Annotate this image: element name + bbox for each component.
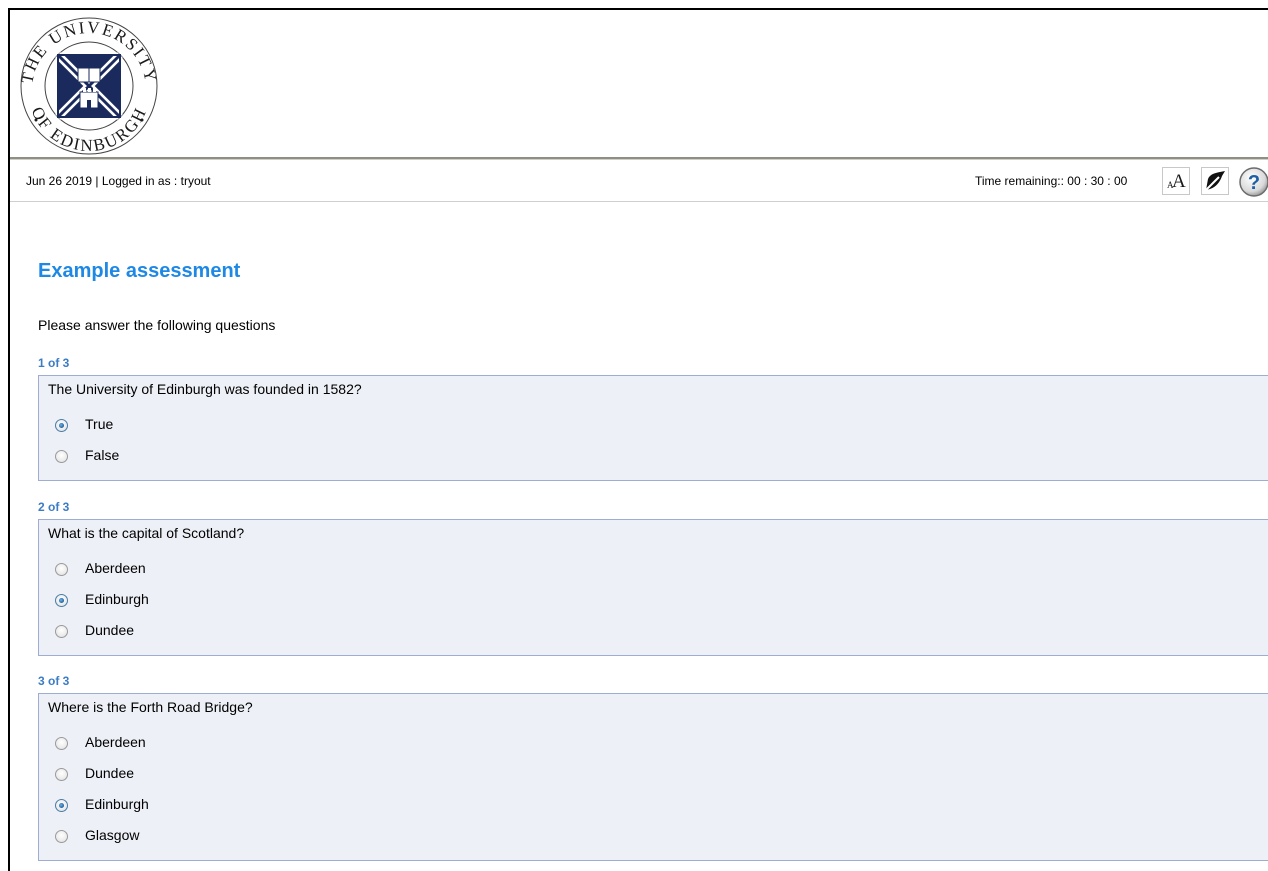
radio-selected[interactable] <box>55 799 68 812</box>
option-label: Edinburgh <box>85 591 149 607</box>
help-glyph: ? <box>1248 172 1260 194</box>
university-logo: THE UNIVERSITY OF EDINBURGH <box>17 17 159 155</box>
question-1: The University of Edinburgh was founded … <box>38 375 1268 481</box>
help-button[interactable]: ? <box>1238 166 1268 198</box>
contrast-button[interactable] <box>1201 167 1229 195</box>
question-3: Where is the Forth Road Bridge? Aberdeen… <box>38 693 1268 861</box>
radio-selected[interactable] <box>55 419 68 432</box>
question-1-number: 1 of 3 <box>38 356 70 370</box>
timer: Time remaining:: 00 : 30 : 00 <box>975 174 1127 188</box>
radio-unselected[interactable] <box>55 830 68 843</box>
radio-unselected[interactable] <box>55 563 68 576</box>
radio-unselected[interactable] <box>55 625 68 638</box>
option-label: True <box>85 416 114 432</box>
question-2-text: What is the capital of Scotland? <box>48 525 245 541</box>
page-title: Example assessment <box>38 260 241 282</box>
help-icon: ? <box>1239 167 1268 197</box>
username: tryout <box>180 174 211 188</box>
session-date: Jun 26 2019 <box>26 174 93 188</box>
option-label: False <box>85 447 120 463</box>
page-intro: Please answer the following questions <box>38 317 276 333</box>
session-separator: | <box>95 174 99 188</box>
question-3-number: 3 of 3 <box>38 674 70 688</box>
option-label: Aberdeen <box>85 560 146 576</box>
contrast-icon <box>1205 171 1225 191</box>
header: THE UNIVERSITY OF EDINBURGH <box>10 10 1268 158</box>
question-2: What is the capital of Scotland? Aberdee… <box>38 519 1268 656</box>
option-label: Dundee <box>85 765 135 781</box>
radio-unselected[interactable] <box>55 768 68 781</box>
status-bar: Jun 26 2019 | Logged in as : tryout Time… <box>10 160 1268 202</box>
time-remaining-value: 00 : 30 : 00 <box>1067 174 1128 188</box>
radio-selected[interactable] <box>55 594 68 607</box>
assessment-page: THE UNIVERSITY OF EDINBURGH Jun 26 2019 <box>8 8 1268 871</box>
font-size-button[interactable]: A A <box>1162 167 1190 195</box>
question-2-number: 2 of 3 <box>38 500 70 514</box>
login-label: Logged in as : <box>101 174 178 188</box>
question-3-text: Where is the Forth Road Bridge? <box>48 699 253 715</box>
font-size-icon-large: A <box>1172 171 1186 192</box>
option-label: Dundee <box>85 622 135 638</box>
time-remaining-label: Time remaining:: <box>975 174 1064 188</box>
option-label: Edinburgh <box>85 796 149 812</box>
radio-unselected[interactable] <box>55 737 68 750</box>
radio-unselected[interactable] <box>55 450 68 463</box>
question-1-text: The University of Edinburgh was founded … <box>48 381 362 397</box>
session-info: Jun 26 2019 | Logged in as : tryout <box>26 174 211 188</box>
option-label: Glasgow <box>85 827 140 843</box>
option-label: Aberdeen <box>85 734 146 750</box>
